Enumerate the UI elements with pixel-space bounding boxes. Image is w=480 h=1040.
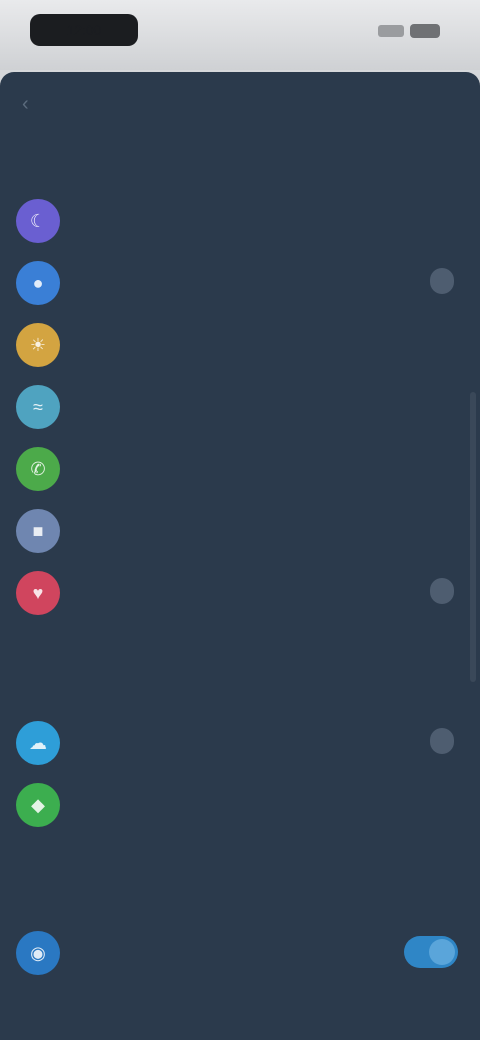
- settings-row[interactable]: ✆: [0, 440, 480, 496]
- battery-icon: [410, 24, 440, 38]
- moon-icon: ☾: [16, 199, 60, 243]
- status-bar: 12:00: [0, 0, 480, 70]
- settings-sheet: ‹ ☾ ● ☀ ≈ ✆ ■ ♥ ☁ ◆ ◉: [0, 72, 480, 1040]
- status-icons: [378, 24, 440, 38]
- status-time: 12:00: [30, 14, 138, 46]
- row-badge: [430, 268, 454, 294]
- settings-row[interactable]: ☁: [0, 714, 480, 770]
- settings-row[interactable]: ♥: [0, 564, 480, 620]
- row-toggle[interactable]: [404, 936, 458, 968]
- settings-row[interactable]: ☾: [0, 192, 480, 248]
- settings-row[interactable]: ≈: [0, 378, 480, 434]
- sun-icon: ☀: [16, 323, 60, 367]
- row-badge: [430, 578, 454, 604]
- settings-row[interactable]: ●: [0, 254, 480, 310]
- chat-icon: ◆: [16, 783, 60, 827]
- back-icon[interactable]: ‹: [22, 94, 42, 114]
- settings-row[interactable]: ◉: [0, 924, 480, 980]
- heart-icon: ♥: [16, 571, 60, 615]
- bell-icon: ●: [16, 261, 60, 305]
- toggle-knob: [429, 939, 455, 965]
- lock-icon: ■: [16, 509, 60, 553]
- settings-row[interactable]: ☀: [0, 316, 480, 372]
- signal-icon: [378, 25, 404, 37]
- scrollbar[interactable]: [470, 392, 476, 682]
- settings-row[interactable]: ◆: [0, 776, 480, 832]
- wifi-icon: ≈: [16, 385, 60, 429]
- phone-icon: ✆: [16, 447, 60, 491]
- settings-row[interactable]: ■: [0, 502, 480, 558]
- top-bar: ‹: [0, 72, 480, 134]
- row-badge: [430, 728, 454, 754]
- cloud-icon: ☁: [16, 721, 60, 765]
- globe-icon: ◉: [16, 931, 60, 975]
